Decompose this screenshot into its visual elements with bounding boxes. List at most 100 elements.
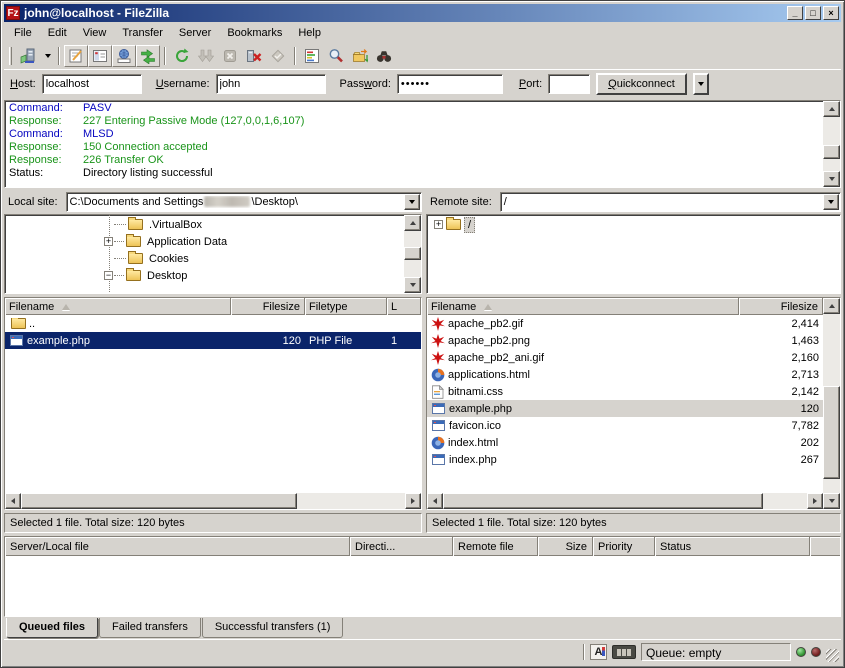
queue-column-remote-file[interactable]: Remote file (453, 537, 538, 556)
scroll-down-button[interactable] (404, 277, 421, 293)
menu-transfer[interactable]: Transfer (114, 24, 171, 42)
file-row-selected[interactable]: example.php 120 (427, 400, 823, 417)
quickconnect-dropdown[interactable] (693, 73, 709, 95)
file-row[interactable]: apache_pb2_ani.gif 2,160 (427, 349, 823, 366)
file-row[interactable]: favicon.ico 7,782 (427, 417, 823, 434)
remote-site-combo[interactable]: / (500, 192, 841, 212)
column-header-filename[interactable]: Filename (427, 298, 739, 315)
queue-column-server-local-file[interactable]: Server/Local file (5, 537, 350, 556)
scroll-right-button[interactable] (807, 493, 823, 509)
tree-item[interactable]: +/ (427, 216, 840, 233)
scroll-left-button[interactable] (5, 493, 21, 509)
username-input[interactable] (216, 74, 326, 94)
queue-column-status[interactable]: Status (655, 537, 810, 556)
column-header-filename[interactable]: Filename (5, 298, 231, 315)
directory-comparison-button[interactable] (300, 45, 324, 67)
tab-queued-files[interactable]: Queued files (6, 618, 98, 638)
scroll-left-button[interactable] (427, 493, 443, 509)
tree-expander-plus[interactable]: + (434, 220, 443, 229)
cancel-operation-button[interactable] (218, 45, 242, 67)
process-queue-button[interactable] (194, 45, 218, 67)
menu-server[interactable]: Server (171, 24, 219, 42)
close-button[interactable]: × (823, 6, 839, 20)
local-site-dropdown-button[interactable] (404, 194, 420, 210)
queue-column-priority[interactable]: Priority (593, 537, 655, 556)
scroll-up-button[interactable] (404, 215, 421, 231)
queue-column-direction[interactable]: Directi... (350, 537, 453, 556)
disconnect-button[interactable] (242, 45, 266, 67)
tab-successful-transfers[interactable]: Successful transfers (1) (202, 618, 344, 638)
file-row[interactable]: index.html 202 (427, 434, 823, 451)
tree-item[interactable]: Cookies (5, 250, 404, 267)
remote-list-horizontal-scrollbar[interactable] (427, 493, 823, 509)
file-row-parent-dir[interactable]: .. (5, 315, 421, 332)
password-input[interactable] (397, 74, 503, 94)
file-row[interactable]: apache_pb2.png 1,463 (427, 332, 823, 349)
maximize-button[interactable]: □ (805, 6, 821, 20)
tab-failed-transfers[interactable]: Failed transfers (99, 618, 201, 638)
local-list-horizontal-scrollbar[interactable] (5, 493, 421, 509)
toggle-transfer-queue-button[interactable] (136, 45, 160, 67)
quickconnect-button[interactable]: Quickconnect (596, 73, 687, 95)
queue-body[interactable] (5, 556, 840, 616)
local-tree-vertical-scrollbar[interactable] (404, 215, 421, 293)
php-file-icon (432, 403, 445, 414)
host-input[interactable] (42, 74, 142, 94)
remote-list-vertical-scrollbar[interactable] (823, 298, 840, 509)
toggle-remote-tree-button[interactable] (112, 45, 136, 67)
scroll-thumb[interactable] (823, 145, 840, 159)
queue-column-size[interactable]: Size (538, 537, 593, 556)
menu-edit[interactable]: Edit (40, 24, 75, 42)
menu-help[interactable]: Help (290, 24, 329, 42)
scroll-up-button[interactable] (823, 298, 840, 314)
synchronized-browsing-button[interactable] (348, 45, 372, 67)
message-log: Command:PASV Response:227 Entering Passi… (4, 100, 841, 188)
scroll-thumb[interactable] (404, 247, 421, 261)
scroll-down-button[interactable] (823, 171, 840, 187)
tree-item[interactable]: −Desktop (5, 267, 404, 284)
local-site-combo[interactable]: C:\Documents and Settings\Desktop\ (66, 192, 422, 212)
port-input[interactable] (548, 74, 590, 94)
scroll-thumb[interactable] (21, 493, 297, 509)
scroll-thumb[interactable] (823, 386, 840, 479)
activity-led-green (796, 647, 806, 657)
refresh-button[interactable] (170, 45, 194, 67)
remote-tree: +/ (426, 214, 841, 294)
minimize-button[interactable]: _ (787, 6, 803, 20)
column-header-filesize[interactable]: Filesize (231, 298, 305, 315)
scroll-right-button[interactable] (405, 493, 421, 509)
menu-file[interactable]: File (6, 24, 40, 42)
menu-bookmarks[interactable]: Bookmarks (219, 24, 290, 42)
file-row[interactable]: apache_pb2.gif 2,414 (427, 315, 823, 332)
file-row-selected[interactable]: example.php 120 PHP File 1 (5, 332, 421, 349)
file-row[interactable]: bitnami.css 2,142 (427, 383, 823, 400)
tree-expander-plus[interactable]: + (104, 237, 113, 246)
file-row[interactable]: index.php 267 (427, 451, 823, 468)
toggle-local-tree-button[interactable] (88, 45, 112, 67)
column-header-filesize[interactable]: Filesize (739, 298, 823, 315)
tree-item[interactable]: +Application Data (5, 233, 404, 250)
log-vertical-scrollbar[interactable] (823, 101, 840, 187)
scroll-up-button[interactable] (823, 101, 840, 117)
toggle-message-log-button[interactable] (64, 45, 88, 67)
resize-grip[interactable] (826, 649, 839, 662)
column-header-filetype[interactable]: Filetype (305, 298, 387, 315)
transfer-type-indicator-icon[interactable]: A (590, 644, 607, 660)
reconnect-button[interactable] (266, 45, 290, 67)
site-manager-button[interactable] (15, 45, 41, 67)
filter-button[interactable] (372, 45, 396, 67)
file-row[interactable]: applications.html 2,713 (427, 366, 823, 383)
image-file-icon (431, 334, 445, 348)
menu-view[interactable]: View (75, 24, 115, 42)
tree-item[interactable]: .VirtualBox (5, 216, 404, 233)
tree-expander-minus[interactable]: − (104, 271, 113, 280)
speed-limit-indicator-icon[interactable] (612, 645, 636, 659)
remote-site-dropdown-button[interactable] (823, 194, 839, 210)
scroll-thumb[interactable] (443, 493, 763, 509)
find-files-button[interactable] (324, 45, 348, 67)
column-header-lastmodified[interactable]: L (387, 298, 421, 315)
title-bar[interactable]: Fz john@localhost - FileZilla _ □ × (4, 4, 841, 22)
log-line: Command:MLSD (9, 128, 823, 141)
scroll-down-button[interactable] (823, 493, 840, 509)
site-manager-dropdown[interactable] (41, 45, 54, 67)
